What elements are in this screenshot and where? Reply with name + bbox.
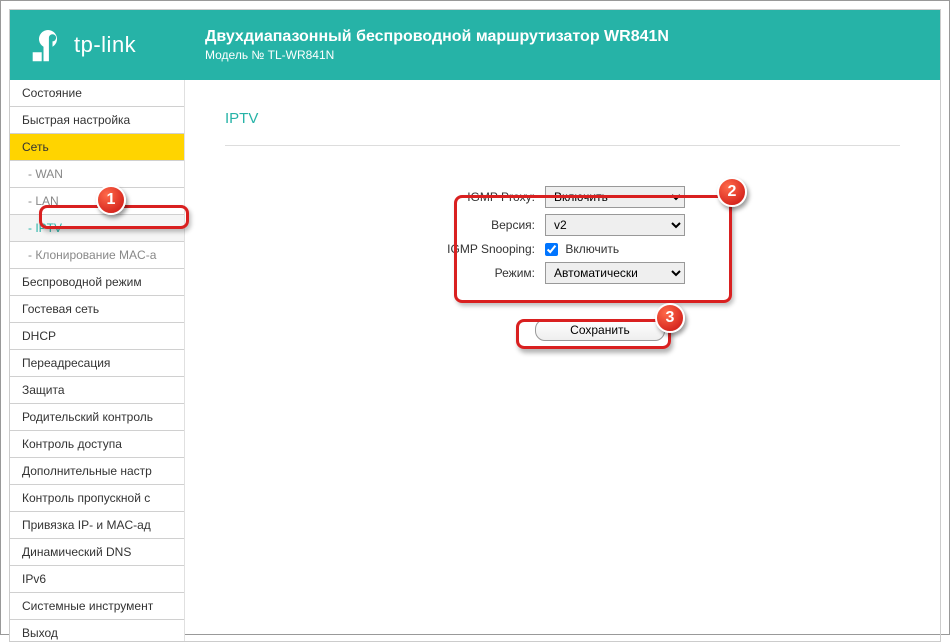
- igmp-snooping-label: IGMP Snooping:: [425, 242, 545, 256]
- sidebar-item-16[interactable]: Привязка IP- и MAC-ад: [10, 512, 184, 539]
- sidebar-item-0[interactable]: Состояние: [10, 80, 184, 107]
- sidebar-item-20[interactable]: Выход: [10, 620, 184, 641]
- brand-text: tp-link: [74, 32, 136, 58]
- main-content: IPTV IGMP Proxy: Включить Версия: v2: [185, 80, 940, 641]
- divider: [225, 145, 900, 146]
- sidebar-item-8[interactable]: Гостевая сеть: [10, 296, 184, 323]
- sidebar-item-12[interactable]: Родительский контроль: [10, 404, 184, 431]
- sidebar-item-4[interactable]: - LAN: [10, 188, 184, 215]
- app-header: tp-link Двухдиапазонный беспроводной мар…: [10, 10, 940, 80]
- mode-select[interactable]: Автоматически: [545, 262, 685, 284]
- sidebar-item-9[interactable]: DHCP: [10, 323, 184, 350]
- sidebar-item-2[interactable]: Сеть: [10, 134, 184, 161]
- version-select[interactable]: v2: [545, 214, 685, 236]
- iptv-form: IGMP Proxy: Включить Версия: v2: [425, 186, 765, 284]
- sidebar-item-15[interactable]: Контроль пропускной с: [10, 485, 184, 512]
- igmp-proxy-select[interactable]: Включить: [545, 186, 685, 208]
- version-label: Версия:: [425, 218, 545, 232]
- model-subtitle: Модель № TL-WR841N: [205, 48, 920, 62]
- sidebar-item-11[interactable]: Защита: [10, 377, 184, 404]
- header-titles: Двухдиапазонный беспроводной маршрутизат…: [205, 28, 920, 62]
- sidebar-item-3[interactable]: - WAN: [10, 161, 184, 188]
- sidebar-item-1[interactable]: Быстрая настройка: [10, 107, 184, 134]
- igmp-snooping-checkbox[interactable]: [545, 243, 558, 256]
- logo: tp-link: [30, 27, 205, 63]
- page-title: IPTV: [225, 110, 900, 127]
- sidebar-item-10[interactable]: Переадресация: [10, 350, 184, 377]
- sidebar-item-14[interactable]: Дополнительные настр: [10, 458, 184, 485]
- sidebar-item-6[interactable]: - Клонирование MAC-а: [10, 242, 184, 269]
- tp-link-logo-icon: [30, 27, 66, 63]
- sidebar-item-7[interactable]: Беспроводной режим: [10, 269, 184, 296]
- mode-label: Режим:: [425, 266, 545, 280]
- igmp-snooping-text: Включить: [565, 242, 619, 256]
- sidebar-item-17[interactable]: Динамический DNS: [10, 539, 184, 566]
- sidebar-item-19[interactable]: Системные инструмент: [10, 593, 184, 620]
- igmp-proxy-label: IGMP Proxy:: [425, 190, 545, 204]
- sidebar-item-18[interactable]: IPv6: [10, 566, 184, 593]
- product-title: Двухдиапазонный беспроводной маршрутизат…: [205, 28, 920, 46]
- sidebar-nav: СостояниеБыстрая настройкаСеть- WAN- LAN…: [10, 80, 185, 641]
- save-button[interactable]: Сохранить: [535, 319, 665, 341]
- sidebar-item-5[interactable]: - IPTV: [10, 215, 184, 242]
- sidebar-item-13[interactable]: Контроль доступа: [10, 431, 184, 458]
